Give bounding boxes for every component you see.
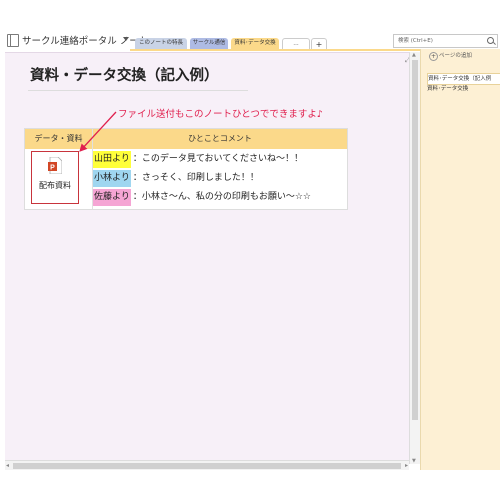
vertical-scrollbar[interactable]: ▲ ▼ bbox=[409, 52, 420, 464]
title-divider bbox=[28, 90, 248, 91]
page-title[interactable]: 資料・データ交換（記入例） bbox=[30, 64, 219, 85]
notebook-title[interactable]: サークル連絡ポータル ノート bbox=[22, 33, 148, 47]
title-bar: サークル連絡ポータル ノート このノートの特長 サークル通信 資料･データ交換 … bbox=[0, 0, 500, 52]
comment-text: ：小林さ～ん、私の分の印刷もお願い～☆☆ bbox=[132, 192, 311, 202]
search-input[interactable]: 検索 (Ctrl+E) bbox=[393, 34, 498, 48]
add-tab-button[interactable]: + bbox=[311, 38, 327, 49]
plus-icon: + bbox=[429, 52, 438, 61]
bottom-margin bbox=[0, 470, 500, 500]
svg-text:P: P bbox=[50, 165, 55, 172]
annotation-text[interactable]: ファイル送付もこのノートひとつでできますよ♪ bbox=[118, 106, 323, 120]
powerpoint-icon: P bbox=[48, 157, 62, 174]
page-list-panel: + ページの追加 資料･データ交換（記入例 資料･データ交換 bbox=[420, 49, 500, 470]
comment-row[interactable]: 佐藤より ：小林さ～ん、私の分の印刷もお願い～☆☆ bbox=[93, 189, 311, 206]
tab-more[interactable]: … bbox=[282, 38, 310, 49]
commenter-name: 佐藤より bbox=[93, 189, 131, 206]
file-label: 配布資料 bbox=[39, 181, 71, 190]
search-icon[interactable] bbox=[487, 37, 494, 44]
tab-features[interactable]: このノートの特長 bbox=[135, 38, 187, 49]
vertical-scroll-thumb[interactable] bbox=[412, 60, 418, 420]
data-table[interactable]: データ・資料 ひとことコメント P 配布資料 山田より ：このデータ見ておいてくだ… bbox=[24, 128, 348, 210]
notebook-icon[interactable] bbox=[7, 34, 19, 47]
scroll-left-icon[interactable]: ◂ bbox=[6, 462, 9, 469]
chevron-down-icon[interactable] bbox=[123, 37, 129, 41]
comment-text: ：さっそく、印刷しました！！ bbox=[132, 173, 259, 183]
commenter-name: 小林より bbox=[93, 170, 131, 187]
scroll-down-icon[interactable]: ▼ bbox=[412, 458, 416, 464]
file-attachment[interactable]: P 配布資料 bbox=[31, 151, 79, 204]
tab-underline bbox=[130, 49, 420, 51]
search-placeholder: 検索 (Ctrl+E) bbox=[398, 38, 433, 44]
tab-data-exchange[interactable]: 資料･データ交換 bbox=[231, 38, 279, 49]
scroll-right-icon[interactable]: ▸ bbox=[405, 462, 408, 469]
add-page-button[interactable]: + ページの追加 bbox=[421, 49, 500, 63]
comment-row[interactable]: 小林より ：さっそく、印刷しました！！ bbox=[93, 170, 259, 187]
tab-circle-news[interactable]: サークル通信 bbox=[190, 38, 228, 49]
horizontal-scroll-thumb[interactable] bbox=[13, 463, 401, 469]
commenter-name: 山田より bbox=[93, 151, 131, 168]
comment-text: ：このデータ見ておいてくださいね～！！ bbox=[132, 154, 304, 164]
table-header-comment: ひとことコメント bbox=[93, 129, 347, 149]
page-list-item[interactable]: 資料･データ交換 bbox=[427, 84, 500, 94]
add-page-label: ページの追加 bbox=[439, 53, 472, 59]
table-header-data: データ・資料 bbox=[25, 129, 92, 149]
scroll-up-icon[interactable]: ▲ bbox=[412, 52, 416, 58]
comment-row[interactable]: 山田より ：このデータ見ておいてくださいね～！！ bbox=[93, 151, 303, 168]
